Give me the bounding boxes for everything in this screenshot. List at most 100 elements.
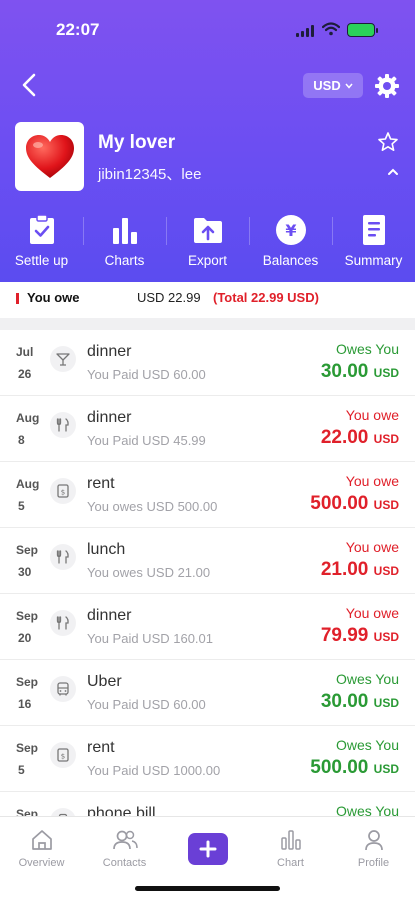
owe-label: You owe <box>27 290 80 305</box>
chevron-up-icon[interactable] <box>386 166 400 178</box>
transaction-title: lunch <box>87 541 126 558</box>
contacts-icon <box>111 827 139 853</box>
transaction-day: 8 <box>18 433 25 447</box>
cellular-signal-icon <box>296 25 316 37</box>
export-button[interactable]: Export <box>166 213 249 273</box>
profile-icon <box>360 827 388 853</box>
currency-selector[interactable]: USD <box>303 73 363 98</box>
export-label: Export <box>187 253 228 268</box>
transaction-row[interactable]: Sep phone bill Owes You <box>0 792 415 816</box>
bus-icon <box>50 676 76 702</box>
transaction-title: dinner <box>87 607 132 624</box>
transaction-amount: 500.00 USD <box>310 493 399 514</box>
transaction-status: You owe <box>345 539 399 555</box>
transaction-title: rent <box>87 739 115 756</box>
transaction-detail: You Paid USD 45.99 <box>87 433 206 448</box>
transaction-month: Sep <box>16 609 39 623</box>
transaction-amount: 21.00 USD <box>320 559 399 580</box>
bar-chart-icon <box>108 213 142 247</box>
svg-text:$: $ <box>61 753 65 761</box>
transaction-list[interactable]: Jul 26 dinner You Paid USD 60.00 Owes Yo… <box>0 330 415 816</box>
transaction-detail: You Paid USD 60.00 <box>87 697 206 712</box>
group-header: 22:07 USD My lover jibin12345、lee Settle… <box>0 0 415 282</box>
group-members: jibin12345、lee <box>98 166 202 183</box>
home-indicator <box>135 886 280 891</box>
transaction-status: Owes You <box>335 671 399 687</box>
back-icon[interactable] <box>16 70 44 100</box>
transaction-status: You owe <box>345 473 399 489</box>
transaction-title: Uber <box>87 673 122 690</box>
transaction-title: rent <box>87 475 115 492</box>
transaction-day: 5 <box>18 763 25 777</box>
tab-profile-label: Profile <box>357 857 390 869</box>
balances-button[interactable]: ¥ Balances <box>249 213 332 273</box>
status-time: 22:07 <box>56 20 100 39</box>
transaction-day: 30 <box>18 565 32 579</box>
transaction-title: dinner <box>87 409 132 426</box>
cocktail-icon <box>50 346 76 372</box>
transaction-title: phone bill <box>87 805 156 816</box>
charts-button[interactable]: Charts <box>83 213 166 273</box>
transaction-row[interactable]: Jul 26 dinner You Paid USD 60.00 Owes Yo… <box>0 330 415 396</box>
svg-text:$: $ <box>61 489 65 497</box>
transaction-amount: 30.00 USD <box>320 361 399 382</box>
document-icon <box>357 213 391 247</box>
home-icon <box>28 827 56 853</box>
balances-label: Balances <box>262 253 319 268</box>
transaction-amount: 500.00 USD <box>310 757 399 778</box>
gear-icon[interactable] <box>373 72 401 100</box>
transaction-status: You owe <box>345 407 399 423</box>
section-divider <box>0 318 415 330</box>
settle-up-label: Settle up <box>14 253 69 268</box>
tab-overview-label: Overview <box>18 857 65 869</box>
owe-total: (Total 22.99 USD) <box>213 290 319 305</box>
group-avatar[interactable] <box>15 122 84 191</box>
cutlery-icon <box>50 412 76 438</box>
transaction-month: Sep <box>16 543 39 557</box>
settle-up-button[interactable]: Settle up <box>0 213 83 273</box>
transaction-row[interactable]: Sep 16 Uber You Paid USD 60.00 Owes You … <box>0 660 415 726</box>
tab-chart-label: Chart <box>277 857 304 869</box>
summary-button[interactable]: Summary <box>332 213 415 273</box>
transaction-status: Owes You <box>335 803 399 816</box>
star-icon[interactable] <box>377 131 399 153</box>
cutlery-icon <box>50 544 76 570</box>
transaction-status: Owes You <box>335 737 399 753</box>
clipboard-check-icon <box>25 213 59 247</box>
receipt-icon: $ <box>50 742 76 768</box>
transaction-amount: 79.99 USD <box>320 625 399 646</box>
transaction-row[interactable]: Sep 5 $ rent You Paid USD 1000.00 Owes Y… <box>0 726 415 792</box>
transaction-status: You owe <box>345 605 399 621</box>
heart-icon <box>25 134 74 178</box>
transaction-detail: You Paid USD 1000.00 <box>87 763 221 778</box>
svg-text:¥: ¥ <box>285 221 296 240</box>
transaction-detail: You owes USD 500.00 <box>87 499 218 514</box>
transaction-row[interactable]: Aug 5 $ rent You owes USD 500.00 You owe… <box>0 462 415 528</box>
transaction-month: Aug <box>16 411 40 425</box>
transaction-title: dinner <box>87 343 132 360</box>
action-bar: Settle up Charts Export ¥ Balances Summa… <box>0 213 415 273</box>
transaction-day: 5 <box>18 499 25 513</box>
transaction-month: Sep <box>16 675 39 689</box>
tab-overview[interactable]: Overview <box>0 817 83 900</box>
transaction-month: Aug <box>16 477 40 491</box>
status-bar: 22:07 <box>0 0 415 60</box>
phone-icon <box>50 808 76 816</box>
transaction-month: Jul <box>16 345 34 359</box>
transaction-detail: You Paid USD 60.00 <box>87 367 206 382</box>
transaction-month: Sep <box>16 807 39 816</box>
summary-label: Summary <box>344 253 403 268</box>
transaction-row[interactable]: Sep 30 lunch You owes USD 21.00 You owe … <box>0 528 415 594</box>
cutlery-icon <box>50 610 76 636</box>
plus-icon <box>187 833 228 865</box>
receipt-icon: $ <box>50 478 76 504</box>
group-name: My lover <box>98 132 176 153</box>
tab-profile[interactable]: Profile <box>332 817 415 900</box>
transaction-row[interactable]: Sep 20 dinner You Paid USD 160.01 You ow… <box>0 594 415 660</box>
wifi-icon <box>322 22 340 36</box>
chevron-down-icon <box>345 83 353 89</box>
transaction-month: Sep <box>16 741 39 755</box>
transaction-row[interactable]: Aug 8 dinner You Paid USD 45.99 You owe … <box>0 396 415 462</box>
transaction-day: 20 <box>18 631 32 645</box>
transaction-amount: 22.00 USD <box>320 427 399 448</box>
